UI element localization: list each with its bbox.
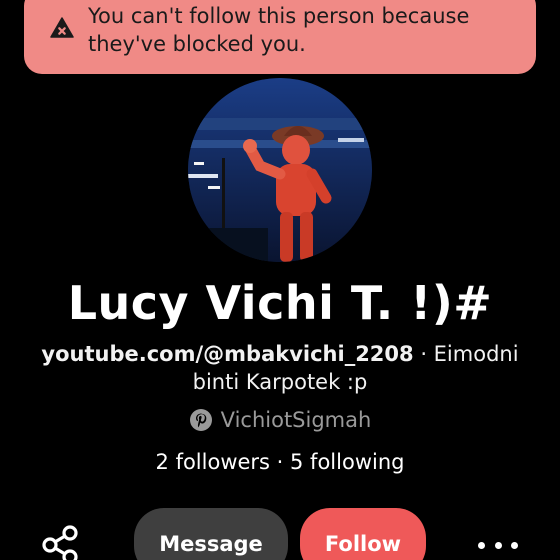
profile-bio: youtube.com/@mbakvichi_2208 · Eimodni bi… <box>30 340 530 396</box>
avatar-image <box>188 78 372 262</box>
more-dots-icon[interactable] <box>478 538 518 552</box>
username-text: VichiotSigmah <box>220 408 372 432</box>
warning-x-icon <box>50 17 74 38</box>
dot <box>478 541 485 549</box>
toast-message: You can't follow this person because the… <box>88 4 470 56</box>
bio-link[interactable]: youtube.com/@mbakvichi_2208 <box>41 342 413 366</box>
profile-screen: You can't follow this person because the… <box>0 0 560 560</box>
follow-stats[interactable]: 2 followers · 5 following <box>0 450 560 474</box>
profile-name: Lucy Vichi T. !)# <box>67 276 493 330</box>
dot <box>511 541 518 549</box>
message-button[interactable]: Message <box>134 508 288 560</box>
follow-button[interactable]: Follow <box>300 508 426 560</box>
blocked-error-toast: You can't follow this person because the… <box>24 0 536 74</box>
pinterest-username: VichiotSigmah <box>0 408 560 432</box>
pinterest-icon <box>189 409 212 431</box>
dot <box>494 541 502 549</box>
share-icon[interactable] <box>40 524 82 560</box>
avatar[interactable] <box>188 78 372 262</box>
